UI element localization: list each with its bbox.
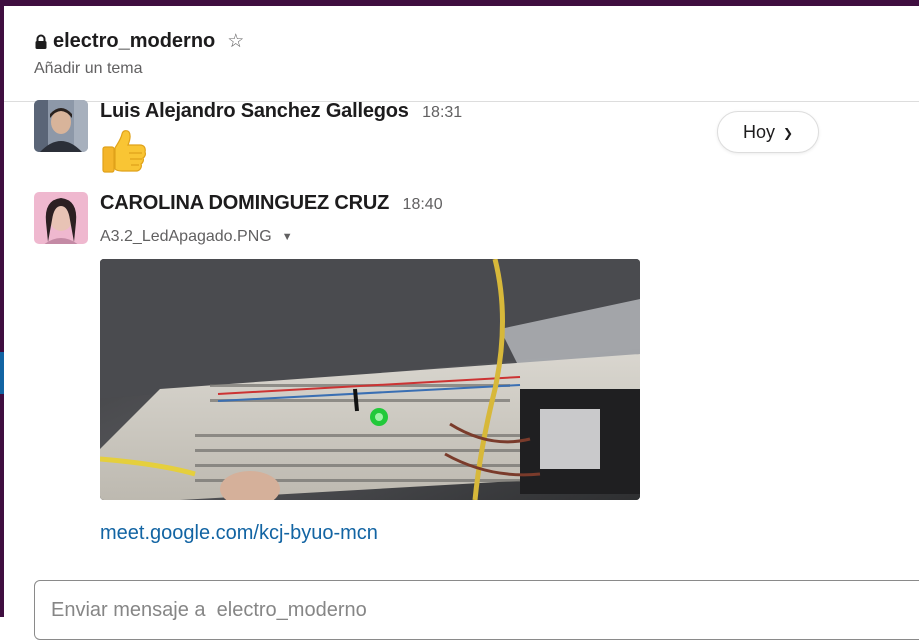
- message-header: Luis Alejandro Sanchez Gallegos 18:31: [100, 100, 462, 123]
- lock-icon: [35, 34, 47, 49]
- message-header: CAROLINA DOMINGUEZ CRUZ 18:40: [100, 192, 443, 215]
- message-timestamp[interactable]: 18:31: [422, 104, 462, 121]
- avatar[interactable]: [34, 100, 88, 152]
- day-divider-button[interactable]: Hoy ❯: [717, 111, 819, 153]
- caret-down-icon[interactable]: ▼: [282, 231, 293, 243]
- channel-name[interactable]: electro_moderno: [53, 30, 215, 53]
- channel-header: electro_moderno ☆ Añadir un tema: [4, 6, 919, 102]
- avatar[interactable]: [34, 192, 88, 244]
- message-input[interactable]: [51, 599, 651, 622]
- day-divider-label: Hoy: [742, 121, 775, 142]
- file-name[interactable]: A3.2_LedApagado.PNG: [100, 228, 272, 246]
- thumbs-up-icon: [102, 130, 146, 173]
- image-attachment[interactable]: [100, 259, 640, 500]
- chevron-down-icon: ❯: [782, 126, 794, 140]
- channel-title-row[interactable]: electro_moderno ☆: [34, 30, 244, 53]
- message-timestamp[interactable]: 18:40: [403, 196, 443, 213]
- sidebar-active-indicator: [0, 352, 4, 394]
- message-composer[interactable]: [34, 580, 919, 640]
- sender-name[interactable]: Luis Alejandro Sanchez Gallegos: [100, 100, 409, 122]
- meeting-link[interactable]: meet.google.com/kcj-byuo-mcn: [100, 522, 378, 545]
- sender-name[interactable]: CAROLINA DOMINGUEZ CRUZ: [100, 192, 389, 214]
- star-icon[interactable]: ☆: [227, 32, 244, 51]
- file-attachment-header[interactable]: A3.2_LedApagado.PNG ▼: [100, 228, 293, 246]
- add-topic-link[interactable]: Añadir un tema: [34, 60, 143, 78]
